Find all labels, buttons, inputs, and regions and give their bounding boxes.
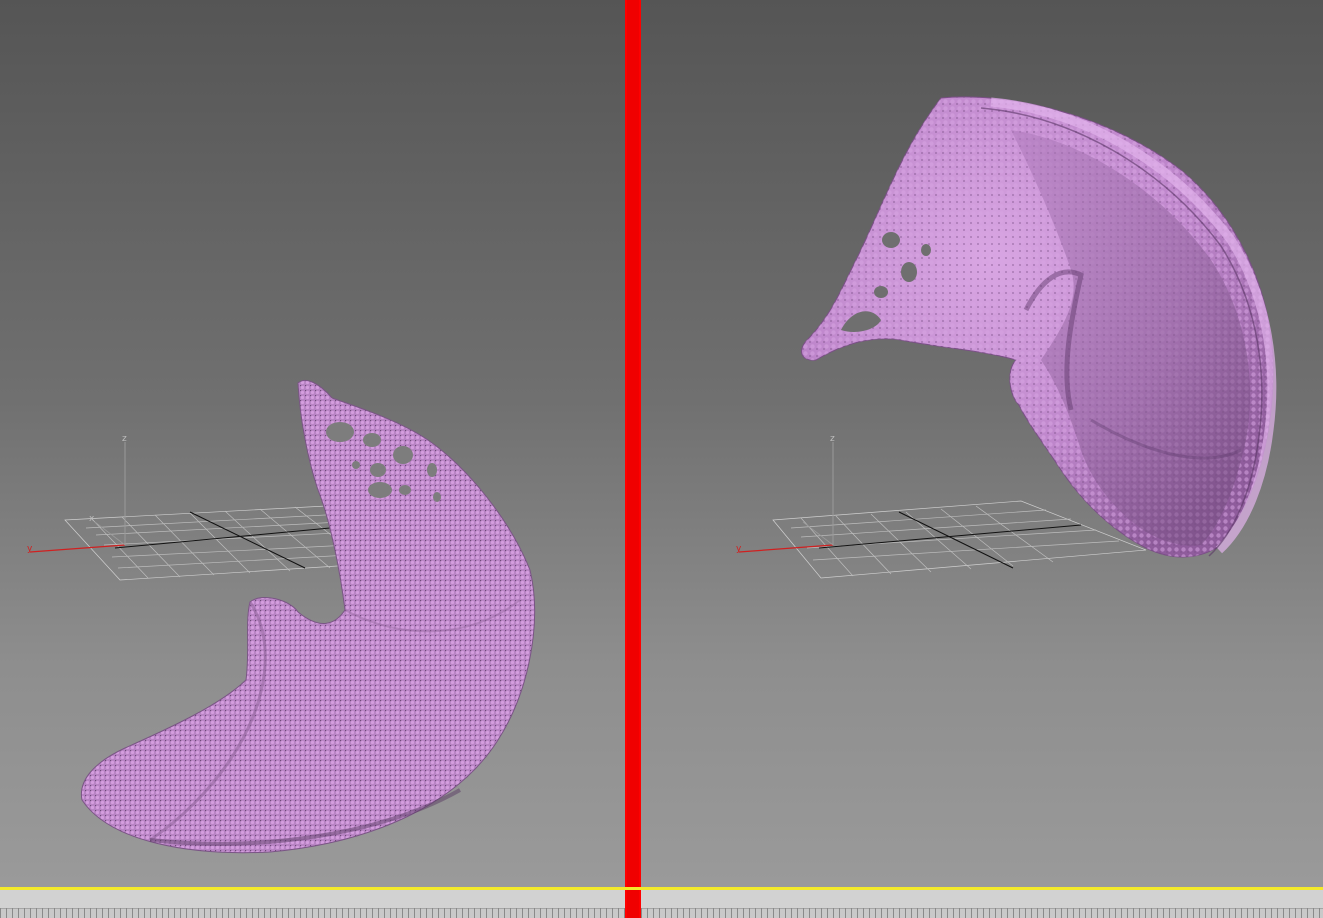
axis-label-x: x xyxy=(89,514,95,524)
axis-tripod: y z x xyxy=(27,434,127,554)
axis-label-z: z xyxy=(830,434,835,444)
axis-label-z: z xyxy=(122,434,127,444)
point-cloud-model[interactable] xyxy=(80,379,536,854)
viewport-split-divider[interactable] xyxy=(625,0,641,918)
divider-grip[interactable] xyxy=(627,0,639,918)
left-viewport[interactable]: y z x xyxy=(0,0,625,888)
home-grid xyxy=(772,500,1147,579)
smoothed-surface-model[interactable] xyxy=(801,96,1277,558)
track-ticks xyxy=(641,908,1323,918)
right-viewport-canvas[interactable]: y z xyxy=(641,0,1323,888)
track-band xyxy=(0,890,625,909)
track-ticks xyxy=(0,908,625,918)
right-time-track[interactable] xyxy=(641,890,1323,918)
left-viewport-canvas[interactable]: y z x xyxy=(0,0,625,888)
dual-viewport-window: y z x y z xyxy=(0,0,1323,918)
axis-label-y: y xyxy=(736,544,742,554)
left-time-track[interactable] xyxy=(0,890,625,918)
track-band xyxy=(641,890,1323,909)
axis-label-y: y xyxy=(27,544,33,554)
right-viewport[interactable]: y z xyxy=(641,0,1323,888)
